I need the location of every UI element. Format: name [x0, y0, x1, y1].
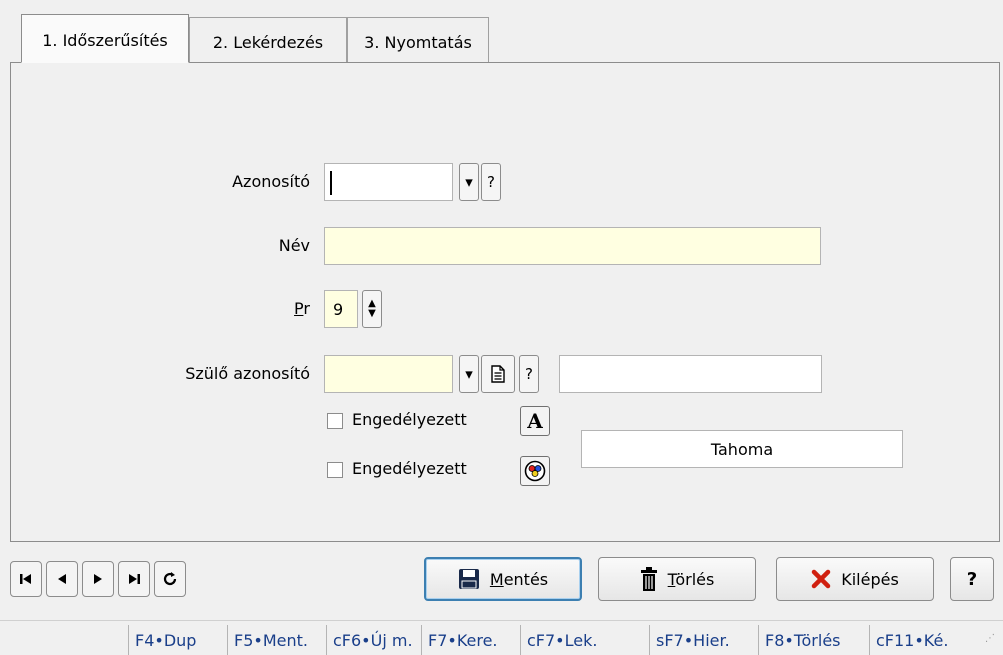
- statusbar-key-dup[interactable]: F4•Dup: [128, 625, 226, 655]
- last-record-icon: [129, 574, 140, 584]
- pr-label-rest: r: [303, 299, 310, 318]
- engedelyezett-label-1: Engedélyezett: [352, 410, 467, 429]
- szulo-name-display: [559, 355, 822, 393]
- statusbar-key-ment[interactable]: F5•Ment.: [227, 625, 325, 655]
- pr-input[interactable]: 9: [324, 290, 358, 328]
- tab-label: 3. Nyomtatás: [364, 33, 472, 52]
- statusbar-key-ke[interactable]: cF11•Ké.: [869, 625, 979, 655]
- last-record-button[interactable]: [118, 561, 150, 597]
- exit-button[interactable]: Kilépés: [776, 557, 934, 601]
- nev-label: Név: [278, 236, 310, 255]
- save-icon: [458, 569, 479, 589]
- trash-icon: [640, 567, 657, 591]
- pr-spinner[interactable]: ▲ ▼: [362, 290, 382, 328]
- document-icon: [491, 365, 505, 383]
- text-caret: [330, 171, 332, 195]
- statusbar-key-kere[interactable]: F7•Kere.: [421, 625, 519, 655]
- chevron-down-icon: ▾: [465, 173, 473, 191]
- azonosito-input[interactable]: [324, 163, 453, 201]
- pr-label: Pr: [150, 299, 310, 318]
- statusbar-key-torles[interactable]: F8•Törlés: [758, 625, 868, 655]
- help-button[interactable]: ?: [950, 557, 994, 601]
- tab-label: 1. Időszerűsítés: [42, 31, 168, 50]
- font-preview-text: Tahoma: [710, 439, 774, 459]
- statusbar-key-hier[interactable]: sF7•Hier.: [649, 625, 757, 655]
- engedelyezett-label-2: Engedélyezett: [352, 459, 467, 478]
- engedelyezett-checkbox-1[interactable]: [327, 413, 343, 429]
- szulo-help-button[interactable]: ?: [519, 355, 539, 393]
- tab-label: 2. Lekérdezés: [212, 33, 324, 52]
- azonosito-dropdown-button[interactable]: ▾: [459, 163, 479, 201]
- previous-record-icon: [58, 574, 66, 584]
- azonosito-label: Azonosító: [232, 172, 310, 191]
- delete-button[interactable]: Törlés: [598, 557, 756, 601]
- help-icon: ?: [525, 365, 533, 383]
- szulo-azonosito-label: Szülő azonosító: [185, 364, 310, 383]
- first-record-button[interactable]: [10, 561, 42, 597]
- color-palette-icon: [524, 460, 546, 482]
- previous-record-button[interactable]: [46, 561, 78, 597]
- azonosito-help-button[interactable]: ?: [481, 163, 501, 201]
- nev-input[interactable]: [324, 227, 821, 265]
- chevron-down-icon: ▾: [465, 365, 473, 383]
- statusbar-key-uj[interactable]: cF6•Új m.: [326, 625, 420, 655]
- tab-nyomtatas[interactable]: 3. Nyomtatás: [347, 17, 489, 63]
- save-button[interactable]: Mentés: [424, 557, 582, 601]
- tab-idoszerusites[interactable]: 1. Időszerűsítés: [21, 14, 189, 63]
- engedelyezett-checkbox-2[interactable]: [327, 462, 343, 478]
- next-record-icon: [94, 574, 102, 584]
- szulo-browse-button[interactable]: [481, 355, 515, 393]
- font-select-button[interactable]: A: [520, 406, 550, 436]
- font-icon: A: [527, 409, 543, 433]
- font-preview: Tahoma: [581, 430, 903, 468]
- tab-lekerdezes[interactable]: 2. Lekérdezés: [189, 17, 347, 63]
- help-icon: ?: [966, 568, 978, 590]
- color-select-button[interactable]: [520, 456, 550, 486]
- delete-button-label: Törlés: [667, 569, 715, 589]
- help-icon: ?: [487, 173, 495, 191]
- first-record-icon: [20, 574, 31, 584]
- szulo-azonosito-input[interactable]: [324, 355, 453, 393]
- pr-value: 9: [333, 299, 344, 319]
- statusbar-key-lek[interactable]: cF7•Lek.: [520, 625, 648, 655]
- exit-button-label: Kilépés: [841, 569, 899, 589]
- close-icon: [811, 569, 831, 589]
- resize-grip-icon[interactable]: ⋰: [985, 633, 999, 647]
- refresh-button[interactable]: [154, 561, 186, 597]
- refresh-icon: [163, 572, 177, 586]
- save-button-label: Mentés: [489, 569, 549, 589]
- next-record-button[interactable]: [82, 561, 114, 597]
- spin-down-icon[interactable]: ▼: [368, 309, 376, 319]
- szulo-dropdown-button[interactable]: ▾: [459, 355, 479, 393]
